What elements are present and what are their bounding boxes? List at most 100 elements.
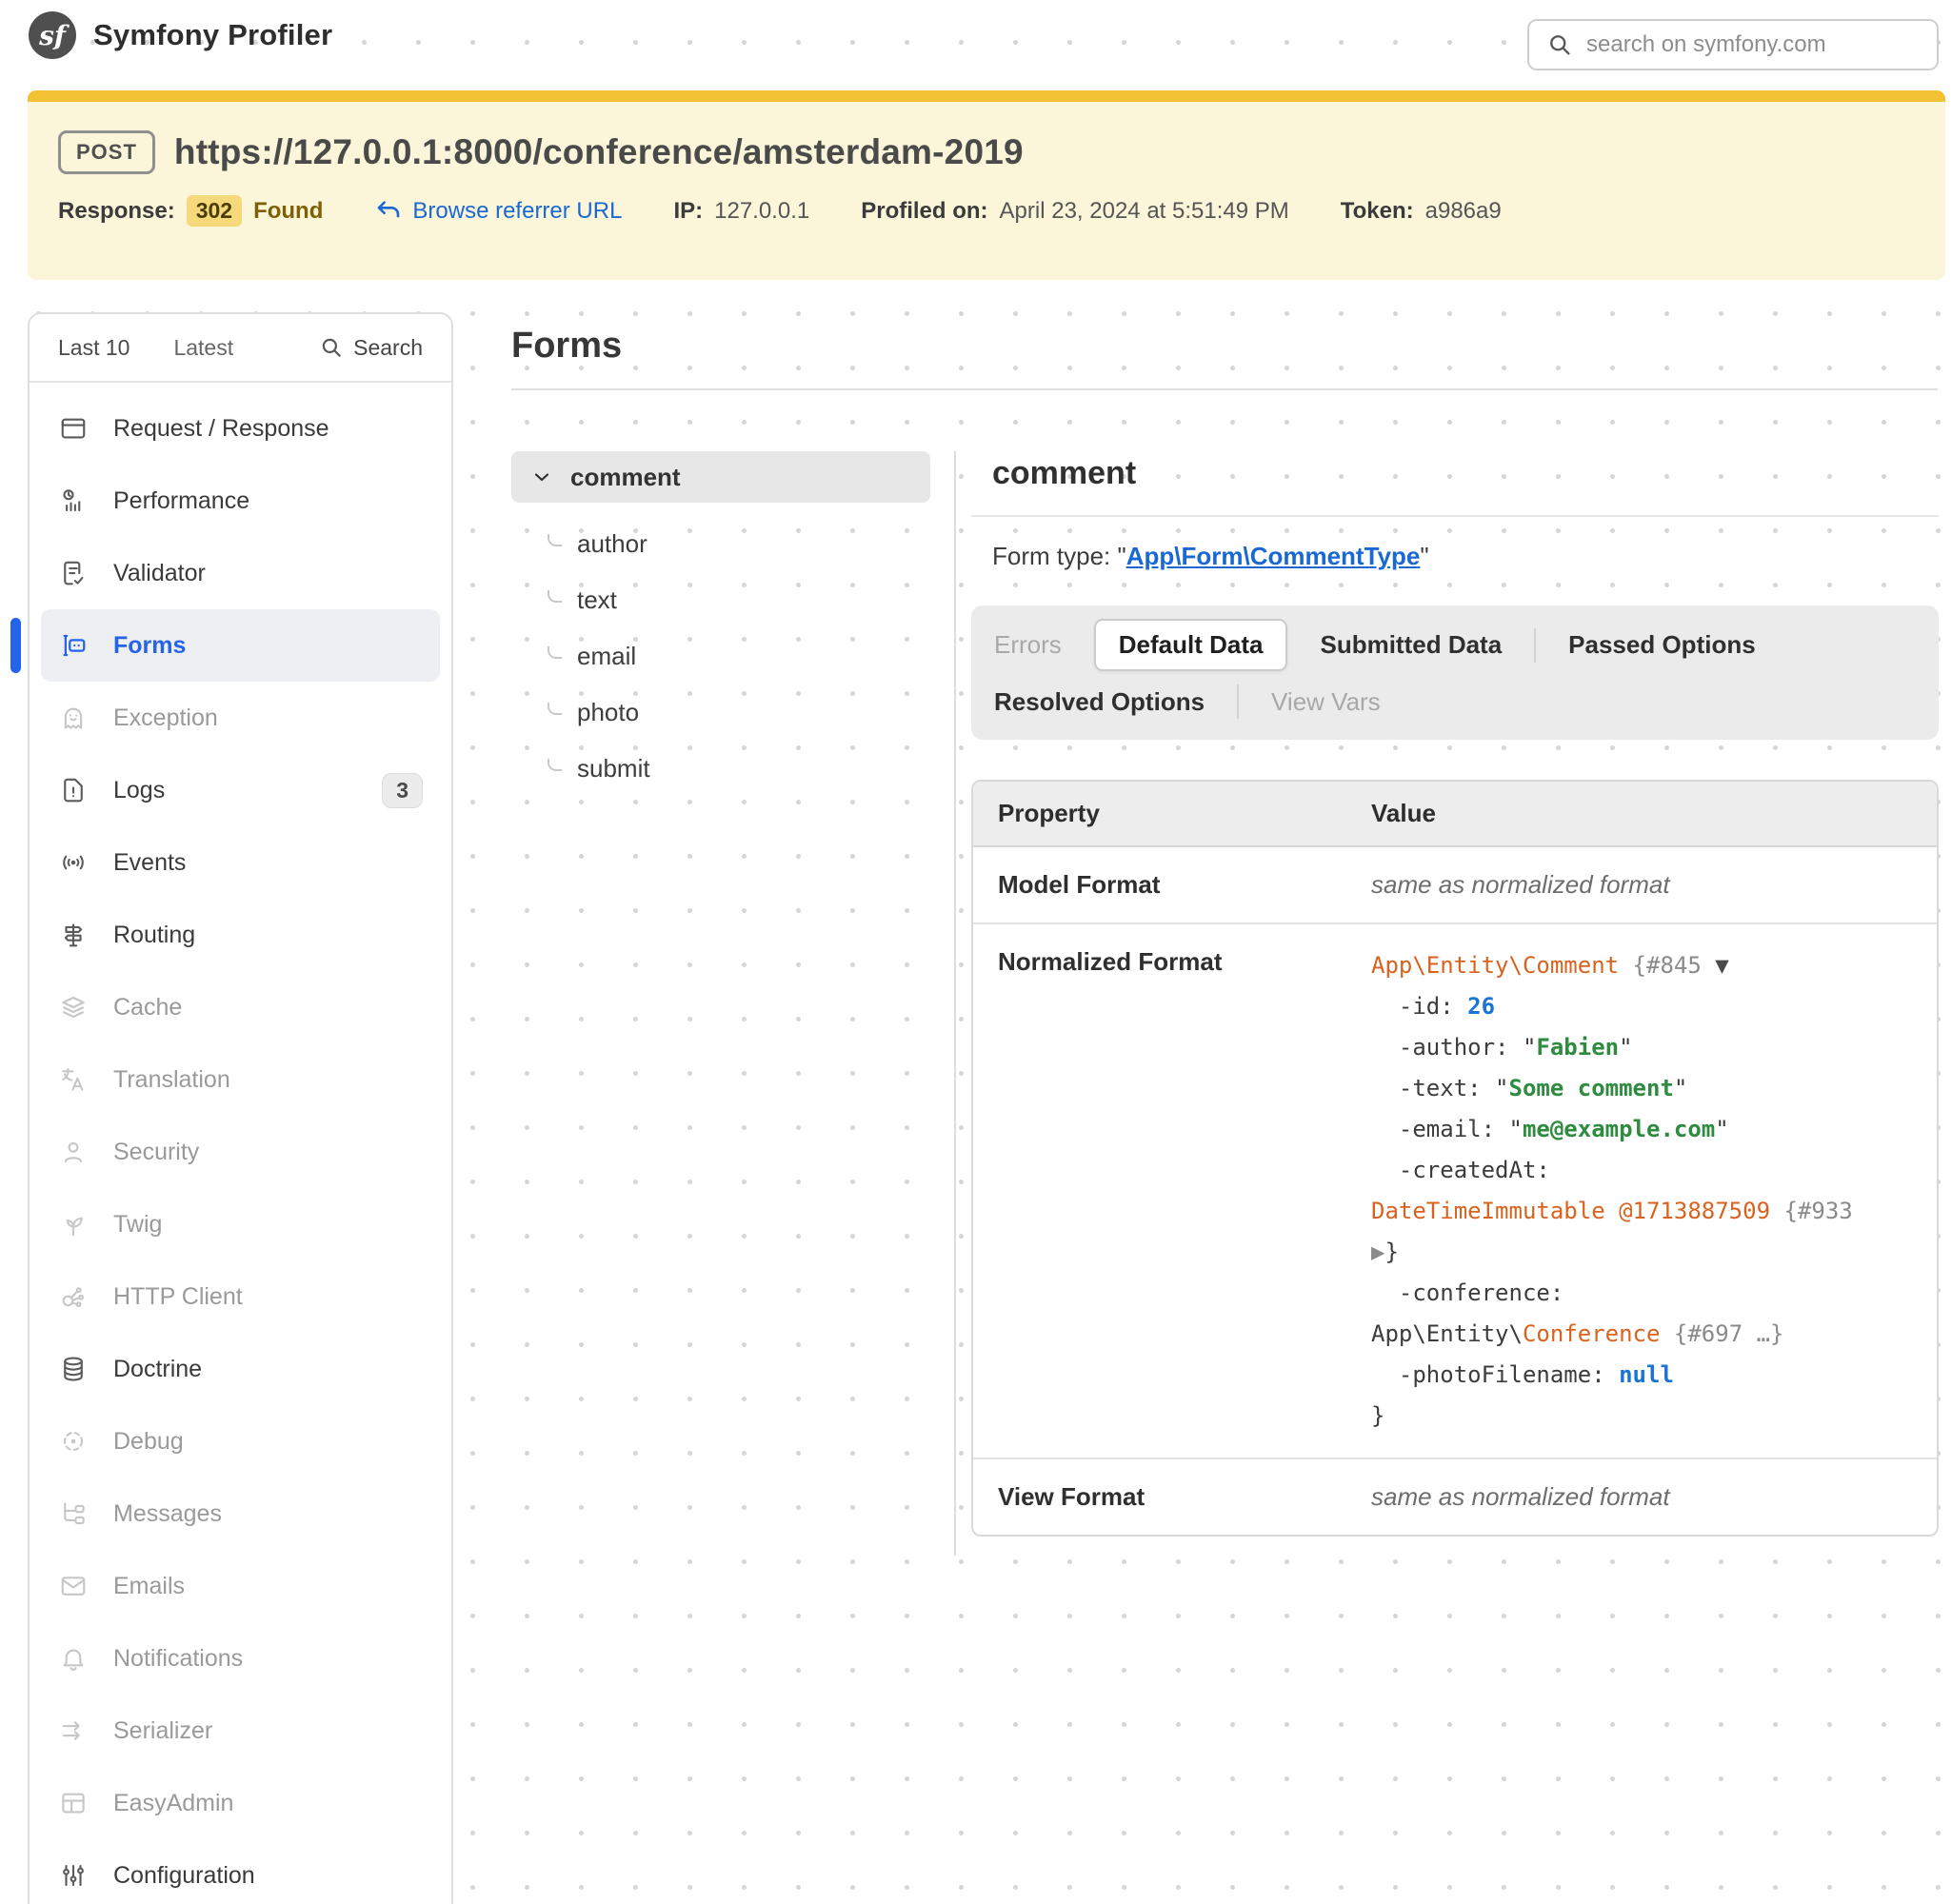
tab-passed-options[interactable]: Passed Options [1564, 623, 1760, 667]
form-type-line: Form type: "App\Form\CommentType" [971, 542, 1939, 571]
sidebar-tabs: Last 10 Latest Search [30, 314, 451, 383]
dump-token: me@example.com [1523, 1116, 1715, 1142]
data-tab-bar: Errors Default Data Submitted Data Passe… [971, 605, 1939, 740]
arrows-icon [58, 1716, 89, 1746]
tree-node-email[interactable]: email [548, 628, 930, 684]
status-code-badge: 302 [187, 195, 242, 227]
tree-node-text[interactable]: text [548, 572, 930, 628]
person-icon [58, 1137, 89, 1167]
default-data-table: Property Value Model Format same as norm… [971, 780, 1939, 1537]
table-row-model-format: Model Format same as normalized format [973, 847, 1937, 924]
subform-arrow-icon [548, 646, 562, 659]
browse-referrer-link[interactable]: Browse referrer URL [374, 197, 622, 226]
tab-separator [1534, 628, 1536, 663]
request-url: https://127.0.0.1:8000/conference/amster… [174, 132, 1024, 172]
sidebar-item-configuration[interactable]: Configuration [41, 1839, 440, 1904]
tree-node-comment[interactable]: comment [511, 451, 930, 503]
node-graph-icon [58, 1281, 89, 1312]
dump-toggle-icon[interactable]: ▼ [1715, 952, 1728, 979]
tree-node-author[interactable]: author [548, 516, 930, 572]
app-header: sf Symfony Profiler [29, 11, 332, 59]
http-method-badge: POST [58, 130, 155, 174]
dump-token: -author: " [1371, 1034, 1536, 1061]
dump-token: App\Entity\ [1371, 1320, 1523, 1347]
dump-token: } [1371, 1402, 1384, 1429]
tab-submitted-data[interactable]: Submitted Data [1316, 623, 1505, 667]
sidebar-item-performance[interactable]: Performance [41, 465, 440, 537]
request-summary-banner: POST https://127.0.0.1:8000/conference/a… [28, 90, 1945, 280]
column-property: Property [973, 782, 1371, 845]
form-detail-panel: comment Form type: "App\Form\CommentType… [971, 455, 1939, 1537]
dump-token: -createdAt: [1371, 1157, 1550, 1183]
dump-token: -photoFilename: [1371, 1361, 1619, 1388]
dump-token: -email: " [1371, 1116, 1523, 1142]
tree-node-photo[interactable]: photo [548, 684, 930, 741]
sidebar-item-emails: Emails [41, 1550, 440, 1622]
dump-token: Some comment [1509, 1075, 1674, 1101]
dump-token: " [1674, 1075, 1687, 1101]
tab-separator [1237, 684, 1239, 719]
dump-token: " [1619, 1034, 1632, 1061]
dump-token: {#845 [1633, 952, 1716, 979]
sidebar-item-doctrine[interactable]: Doctrine [41, 1333, 440, 1405]
table-row-view-format: View Format same as normalized format [973, 1459, 1937, 1535]
bell-icon [58, 1643, 89, 1674]
dump-token: -conference: [1371, 1279, 1564, 1306]
profiler-sidebar: Last 10 Latest Search Request / Response… [28, 312, 453, 1904]
sidebar-item-request-response[interactable]: Request / Response [41, 392, 440, 465]
search-input[interactable] [1586, 31, 1920, 58]
tab-view-vars: View Vars [1267, 680, 1384, 724]
tab-resolved-options[interactable]: Resolved Options [990, 680, 1208, 724]
sidebar-item-logs[interactable]: Logs 3 [41, 754, 440, 826]
dump-token: {#697 …} [1674, 1320, 1784, 1347]
broadcast-icon [58, 847, 89, 878]
validator-icon [58, 558, 89, 588]
dump-token: null [1619, 1361, 1674, 1388]
tab-last-10[interactable]: Last 10 [58, 335, 129, 361]
forms-icon [58, 630, 89, 661]
title-divider [511, 388, 1938, 390]
response-label: Response: [58, 198, 175, 225]
crosshair-icon [58, 1426, 89, 1457]
dump-token: } [1384, 1239, 1398, 1265]
log-file-icon [58, 775, 89, 805]
table-header-row: Property Value [973, 782, 1937, 847]
column-value: Value [1371, 782, 1937, 845]
search-icon [1546, 31, 1573, 58]
dump-token [1619, 952, 1632, 979]
page-title: Forms [511, 326, 622, 367]
dump-token: DateTimeImmutable @1713887509 [1371, 1198, 1770, 1224]
sidebar-item-notifications: Notifications [41, 1622, 440, 1695]
selected-form-title: comment [971, 455, 1939, 492]
subform-arrow-icon [548, 534, 562, 546]
sidebar-item-forms[interactable]: Forms [41, 609, 440, 682]
form-tree: comment author text email photo submit [511, 451, 930, 797]
tab-search[interactable]: Search [319, 335, 423, 361]
subform-arrow-icon [548, 703, 562, 715]
site-search-box[interactable] [1527, 19, 1939, 70]
return-arrow-icon [374, 197, 403, 226]
sidebar-item-routing[interactable]: Routing [41, 899, 440, 971]
dump-token: -id: [1371, 993, 1467, 1020]
dump-toggle-icon[interactable]: ▶ [1371, 1239, 1384, 1265]
subform-arrow-icon [548, 590, 562, 603]
app-title: Symfony Profiler [93, 18, 332, 52]
form-type-link[interactable]: App\Form\CommentType [1126, 542, 1421, 570]
normalized-format-dump[interactable]: App\Entity\Comment {#845 ▼ -id: 26 -auth… [1371, 945, 1937, 1437]
tab-latest[interactable]: Latest [173, 335, 233, 361]
dump-token [1770, 1198, 1783, 1224]
profiled-on-value: April 23, 2024 at 5:51:49 PM [1000, 198, 1289, 225]
sidebar-item-exception: Exception [41, 682, 440, 754]
logs-count-badge: 3 [382, 773, 423, 808]
dump-token: App\Entity\Comment [1371, 952, 1619, 979]
window-icon [58, 413, 89, 444]
tree-panel-divider [954, 451, 956, 1556]
ip-value: 127.0.0.1 [714, 198, 809, 225]
subform-arrow-icon [548, 759, 562, 771]
sidebar-item-validator[interactable]: Validator [41, 537, 440, 609]
database-icon [58, 1354, 89, 1384]
tab-default-data[interactable]: Default Data [1094, 619, 1288, 671]
sidebar-item-events[interactable]: Events [41, 826, 440, 899]
chevron-down-icon [530, 466, 553, 488]
tree-node-submit[interactable]: submit [548, 741, 930, 797]
